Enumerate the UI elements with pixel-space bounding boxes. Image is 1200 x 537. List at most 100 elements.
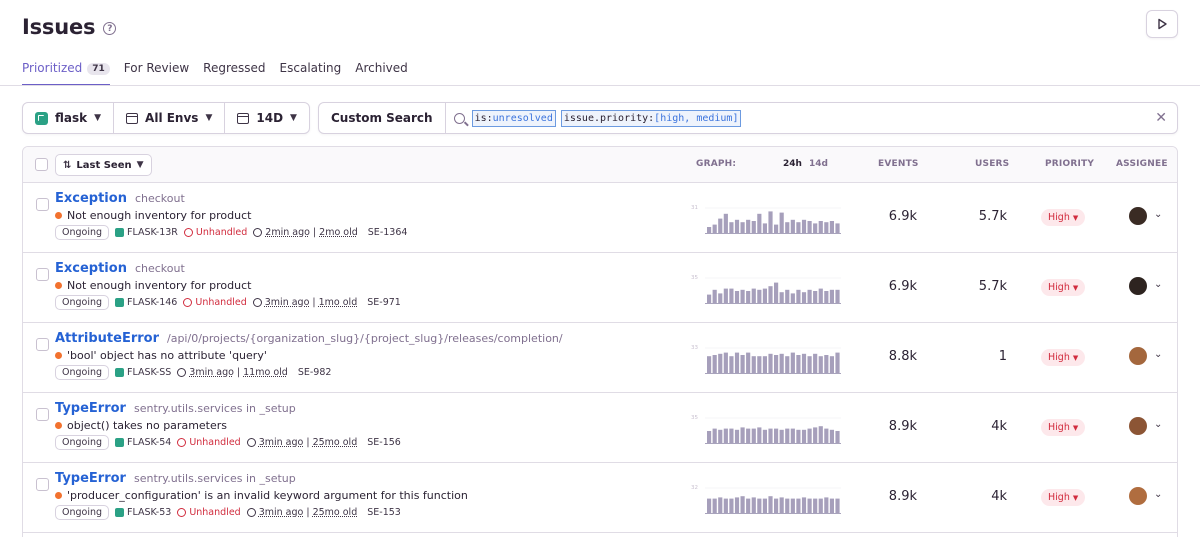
issue-row[interactable]: Exception checkout Not enough inventory fo… — [23, 253, 1177, 323]
avatar[interactable] — [1129, 417, 1147, 435]
date-range-selector[interactable]: 14D ▼ — [225, 103, 309, 133]
project-selector[interactable]: flask ▼ — [23, 103, 115, 133]
last-seen[interactable]: 3min ago — [265, 297, 310, 308]
first-seen[interactable]: 25mo old — [313, 437, 358, 448]
external-link[interactable]: SE-1364 — [368, 227, 408, 238]
issue-type[interactable]: Exception — [55, 261, 127, 276]
chevron-down-icon[interactable]: ⌄ — [1154, 489, 1162, 500]
priority-badge[interactable]: High ▼ — [1041, 419, 1086, 436]
events-column-header[interactable]: EVENTS — [878, 159, 919, 169]
priority-column-header[interactable]: PRIORITY — [1045, 159, 1094, 169]
graph-bar — [829, 221, 835, 233]
short-id[interactable]: FLASK-146 — [115, 297, 177, 308]
graph-bar — [790, 428, 795, 443]
separator: | — [312, 227, 317, 238]
assignee-column-header[interactable]: ASSIGNEE — [1116, 159, 1168, 169]
first-seen[interactable]: 25mo old — [313, 507, 358, 518]
issue-type[interactable]: TypeError — [55, 401, 126, 416]
avatar[interactable] — [1129, 277, 1147, 295]
issue-checkbox[interactable] — [36, 478, 49, 491]
environment-selector[interactable]: All Envs ▼ — [114, 103, 226, 133]
chevron-down-icon[interactable]: ⌄ — [1154, 419, 1162, 430]
sort-dropdown[interactable]: ⇅ Last Seen ▼ — [55, 154, 152, 176]
avatar[interactable] — [1129, 347, 1147, 365]
priority-badge[interactable]: High ▼ — [1041, 279, 1086, 296]
issue-row[interactable]: TypeError sentry.utils.services in _setup… — [23, 463, 1177, 533]
graph-bar — [712, 355, 717, 373]
issue-checkbox[interactable] — [36, 268, 49, 281]
search-icon — [453, 112, 465, 124]
message-text: Not enough inventory for product — [67, 209, 252, 222]
event-graph[interactable]: 35 — [691, 275, 841, 305]
issue-checkbox[interactable] — [36, 408, 49, 421]
graph-bar — [796, 498, 801, 513]
status-badge: Ongoing — [55, 225, 110, 240]
priority-badge[interactable]: High ▼ — [1041, 489, 1086, 506]
priority-badge[interactable]: High ▼ — [1041, 349, 1086, 366]
graph-tab-14d[interactable]: 14d — [809, 159, 828, 169]
external-link[interactable]: SE-156 — [367, 437, 401, 448]
search-token[interactable]: is:unresolved — [471, 109, 556, 127]
short-id[interactable]: FLASK-54 — [115, 437, 171, 448]
last-seen[interactable]: 3min ago — [259, 437, 304, 448]
issue-row[interactable]: AttributeError/api/0/projects/{organizat… — [23, 323, 1177, 393]
page-title: Issues — [22, 15, 96, 39]
chevron-down-icon[interactable]: ⌄ — [1154, 279, 1162, 290]
last-seen[interactable]: 3min ago — [189, 367, 234, 378]
issue-type[interactable]: Exception — [55, 191, 127, 206]
custom-search-button[interactable]: Custom Search — [319, 103, 446, 133]
issue-title[interactable]: Exception checkout — [55, 261, 185, 276]
tab-regressed[interactable]: Regressed — [203, 58, 265, 86]
last-seen[interactable]: 3min ago — [259, 507, 304, 518]
priority-label: High — [1048, 352, 1070, 363]
first-seen[interactable]: 1mo old — [319, 297, 358, 308]
select-all-checkbox[interactable] — [35, 158, 48, 171]
issue-title[interactable]: TypeError sentry.utils.services in _setup — [55, 471, 296, 486]
event-graph[interactable]: 33 — [691, 345, 841, 375]
tab-archived[interactable]: Archived — [355, 58, 408, 86]
event-graph[interactable]: 35 — [691, 415, 841, 445]
graph-bar — [757, 427, 762, 443]
users-column-header[interactable]: USERS — [975, 159, 1009, 169]
external-link[interactable]: SE-971 — [367, 297, 401, 308]
search-token[interactable]: issue.priority:[high, medium] — [560, 109, 742, 127]
tab-escalating[interactable]: Escalating — [280, 58, 342, 86]
graph-bar — [824, 355, 829, 373]
event-graph[interactable]: 32 — [691, 485, 841, 515]
first-seen[interactable]: 11mo old — [243, 367, 288, 378]
issue-row[interactable]: Exception checkout Not enough inventory fo… — [23, 183, 1177, 253]
tab-label: Prioritized — [22, 61, 83, 75]
short-id[interactable]: FLASK-13R — [115, 227, 178, 238]
chevron-down-icon[interactable]: ⌄ — [1154, 209, 1162, 220]
event-graph[interactable]: 31 — [691, 205, 841, 235]
avatar[interactable] — [1129, 487, 1147, 505]
play-button[interactable] — [1146, 10, 1178, 38]
close-icon[interactable]: ✕ — [1155, 111, 1167, 125]
external-link[interactable]: SE-153 — [367, 507, 401, 518]
issue-title[interactable]: AttributeError/api/0/projects/{organizat… — [55, 331, 563, 346]
chevron-down-icon[interactable]: ⌄ — [1154, 349, 1162, 360]
issue-title[interactable]: Exception checkout — [55, 191, 185, 206]
question-circle-icon[interactable]: ? — [103, 22, 117, 35]
clock-icon — [252, 298, 262, 307]
issue-row[interactable]: TypeError sentry.utils.services in _setup… — [23, 393, 1177, 463]
issue-type[interactable]: TypeError — [55, 471, 126, 486]
tab-for-review[interactable]: For Review — [124, 58, 189, 86]
external-link[interactable]: SE-982 — [298, 367, 332, 378]
issue-checkbox[interactable] — [36, 198, 49, 211]
graph-tab-24h[interactable]: 24h — [783, 159, 802, 169]
page-header: Issues ? — [22, 12, 117, 42]
avatar[interactable] — [1129, 207, 1147, 225]
first-seen[interactable]: 2mo old — [319, 227, 358, 238]
last-seen[interactable]: 2min ago — [265, 227, 310, 238]
short-id[interactable]: FLASK-53 — [115, 507, 171, 518]
graph-bar — [746, 219, 751, 233]
search-input[interactable]: is:unresolved issue.priority:[high, medi… — [446, 103, 1177, 133]
tab-prioritized[interactable]: Prioritized 71 — [22, 58, 110, 86]
short-id[interactable]: FLASK-SS — [115, 367, 171, 378]
graph-bar — [790, 293, 795, 303]
priority-badge[interactable]: High ▼ — [1041, 209, 1086, 226]
issue-checkbox[interactable] — [36, 338, 49, 351]
issue-title[interactable]: TypeError sentry.utils.services in _setup — [55, 401, 296, 416]
issue-type[interactable]: AttributeError — [55, 331, 159, 346]
